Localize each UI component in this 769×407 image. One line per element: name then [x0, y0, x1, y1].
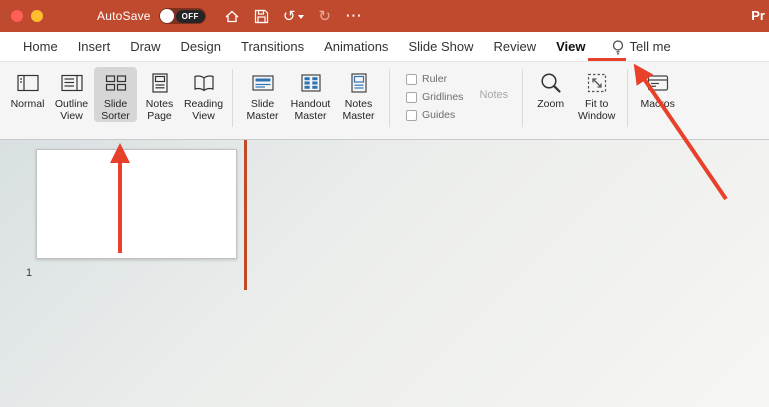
macros-button[interactable]: Macros — [634, 67, 681, 110]
autosave-toggle[interactable]: OFF — [158, 8, 206, 24]
notes-page-button[interactable]: Notes Page — [138, 67, 181, 122]
ellipsis-icon: ⋯ — [345, 5, 362, 26]
outline-view-icon — [60, 70, 83, 96]
group-separator — [522, 69, 524, 127]
slide-sorter-label: Slide Sorter — [101, 98, 130, 123]
tab-transitions[interactable]: Transitions — [232, 39, 313, 54]
notes-page-icon — [151, 70, 169, 96]
handout-master-button[interactable]: Handout Master — [287, 67, 334, 122]
powerpoint-window: AutoSave OFF ↺ ↻ ⋯ Pr Home Insert Draw D… — [0, 0, 769, 407]
close-button[interactable] — [11, 10, 23, 22]
document-area: 1 — [0, 140, 769, 407]
gridlines-label: Gridlines — [422, 91, 464, 103]
notes-button[interactable]: Notes — [479, 89, 508, 101]
notes-master-icon — [350, 70, 368, 96]
autosave-toggle-state: OFF — [175, 9, 205, 23]
lightbulb-icon — [612, 39, 623, 54]
zoom-label: Zoom — [537, 98, 565, 110]
fit-to-window-label: Fit to Window — [578, 98, 616, 123]
guides-label: Guides — [422, 109, 456, 121]
tab-slide-show[interactable]: Slide Show — [399, 39, 482, 54]
zoom-icon — [539, 70, 563, 96]
titlebar: AutoSave OFF ↺ ↻ ⋯ Pr — [0, 0, 769, 32]
normal-view-icon — [16, 70, 39, 96]
slide-master-button[interactable]: Slide Master — [239, 67, 286, 122]
presentation-views-group: Normal Outline View Slide Sorter Notes P… — [6, 67, 226, 139]
master-views-group: Slide Master Handout Master Notes Master — [239, 67, 383, 139]
undo-dropdown-icon[interactable] — [298, 15, 305, 19]
ribbon-view-tab: Normal Outline View Slide Sorter Notes P… — [0, 62, 769, 140]
slide-thumbnail[interactable] — [36, 149, 237, 259]
fit-to-window-icon — [585, 70, 609, 96]
gridlines-checkbox-box[interactable] — [406, 91, 417, 103]
save-icon[interactable] — [254, 9, 269, 24]
normal-view-label: Normal — [10, 98, 45, 110]
pane-divider[interactable] — [244, 140, 247, 290]
fit-to-window-button[interactable]: Fit to Window — [573, 67, 620, 122]
macros-icon — [647, 70, 669, 96]
zoom-button[interactable]: Zoom — [529, 67, 572, 110]
reading-view-button[interactable]: Reading View — [182, 67, 225, 122]
notes-page-label: Notes Page — [145, 98, 174, 123]
group-separator — [232, 69, 233, 127]
undo-icon: ↺ — [282, 6, 296, 25]
tab-insert[interactable]: Insert — [69, 39, 120, 54]
slide-number: 1 — [26, 267, 33, 279]
notes-master-button[interactable]: Notes Master — [335, 67, 382, 122]
slide-sorter-icon — [105, 70, 127, 96]
group-separator — [389, 69, 390, 127]
undo-button[interactable]: ↺ — [282, 6, 305, 25]
tab-design[interactable]: Design — [172, 39, 230, 54]
ruler-checkbox[interactable]: Ruler — [406, 73, 463, 85]
home-icon[interactable] — [224, 9, 240, 24]
slide-sorter-button[interactable]: Slide Sorter — [94, 67, 137, 123]
reading-view-icon — [193, 70, 215, 96]
minimize-button[interactable] — [31, 10, 43, 22]
tab-review[interactable]: Review — [484, 39, 545, 54]
slide-master-label: Slide Master — [246, 98, 279, 123]
macros-label: Macros — [640, 98, 675, 110]
redo-button[interactable]: ↻ — [318, 6, 331, 25]
normal-view-button[interactable]: Normal — [6, 67, 49, 110]
window-title: Pr — [751, 8, 765, 23]
slide-master-icon — [251, 70, 274, 96]
more-commands-button[interactable]: ⋯ — [345, 5, 362, 26]
guides-checkbox-box[interactable] — [406, 109, 417, 121]
traffic-lights — [11, 10, 43, 22]
tab-home[interactable]: Home — [14, 39, 67, 54]
show-group: Ruler Gridlines Guides — [396, 67, 465, 139]
handout-master-label: Handout Master — [290, 98, 331, 123]
outline-view-button[interactable]: Outline View — [50, 67, 93, 122]
guides-checkbox[interactable]: Guides — [406, 109, 463, 121]
redo-icon: ↻ — [318, 6, 331, 25]
zoom-group: Zoom Fit to Window — [529, 67, 621, 139]
macros-group: Macros — [634, 67, 682, 139]
reading-view-label: Reading View — [183, 98, 224, 123]
tab-tell-me[interactable]: Tell me — [611, 39, 671, 55]
handout-master-icon — [300, 70, 321, 96]
ruler-label: Ruler — [422, 73, 448, 85]
group-separator — [627, 69, 629, 127]
outline-view-label: Outline View — [54, 98, 89, 123]
ruler-checkbox-box[interactable] — [406, 73, 417, 85]
autosave-toggle-knob — [159, 9, 174, 23]
tab-draw[interactable]: Draw — [121, 39, 169, 54]
ribbon-tabs: Home Insert Draw Design Transitions Anim… — [0, 32, 769, 62]
autosave-label: AutoSave — [97, 9, 151, 23]
gridlines-checkbox[interactable]: Gridlines — [406, 91, 463, 103]
tab-view[interactable]: View — [547, 39, 594, 54]
tab-animations[interactable]: Animations — [315, 39, 397, 54]
tell-me-label: Tell me — [629, 39, 671, 54]
notes-master-label: Notes Master — [342, 98, 375, 123]
